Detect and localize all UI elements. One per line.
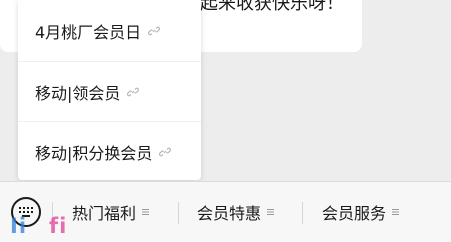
custom-menu-bar: 热门福利 会员特惠 会员服务 xyxy=(0,181,451,242)
submenu-item-member-day[interactable]: 4月桃厂会员日 xyxy=(18,1,201,61)
message-text: 起来收获快乐呀！ xyxy=(200,0,344,14)
link-icon xyxy=(159,147,172,156)
submenu-item-label: 移动|领会员 xyxy=(35,83,121,103)
submenu-item-get-member[interactable]: 移动|领会员 xyxy=(18,61,201,121)
menu-tab-label: 会员服务 xyxy=(322,204,387,223)
submenu-item-label: 移动|积分换会员 xyxy=(35,143,153,163)
submenu-popup: 4月桃厂会员日 移动|领会员 移动|积分换会员 xyxy=(18,0,201,180)
menu-tab-label: 会员特惠 xyxy=(197,204,262,223)
menu-tab-hot-benefits[interactable]: 热门福利 xyxy=(72,200,150,224)
watermark-part-1: Ii xyxy=(10,214,28,238)
watermark: Ii fi xyxy=(10,214,67,238)
watermark-part-2: fi xyxy=(49,214,68,238)
menu-tab-label: 热门福利 xyxy=(72,204,137,223)
link-icon xyxy=(148,26,161,36)
menu-lines-icon xyxy=(142,209,150,215)
submenu-item-points-exchange[interactable]: 移动|积分换会员 xyxy=(18,121,201,181)
menu-tab-member-services[interactable]: 会员服务 xyxy=(322,200,400,224)
submenu-item-label: 4月桃厂会员日 xyxy=(35,23,142,42)
menu-lines-icon xyxy=(392,209,400,215)
link-icon xyxy=(127,87,140,96)
menu-divider xyxy=(178,202,179,224)
menu-divider xyxy=(302,202,303,224)
menu-lines-icon xyxy=(267,209,275,215)
menu-tab-member-discounts[interactable]: 会员特惠 xyxy=(197,200,275,224)
